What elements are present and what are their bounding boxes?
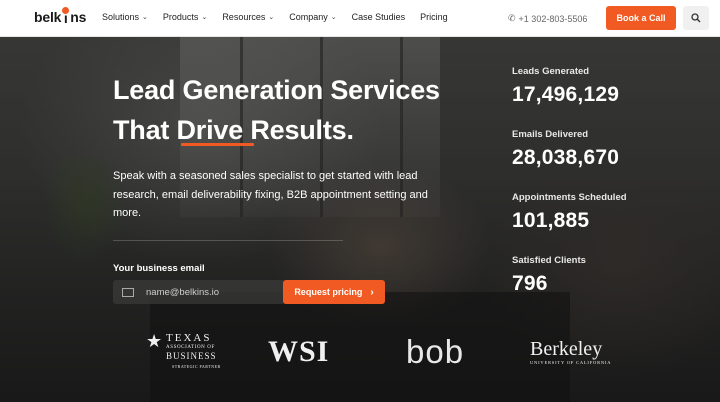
book-call-button[interactable]: Book a Call bbox=[606, 6, 676, 30]
texas-logo-line1: TEXAS bbox=[166, 332, 212, 344]
stat-value: 101,885 bbox=[512, 209, 590, 232]
client-logos-row: ★ TEXAS ASSOCIATION OF BUSINESS STRATEGI… bbox=[0, 331, 720, 373]
texas-logo-line2: ASSOCIATION OF bbox=[166, 345, 215, 350]
email-label: Your business email bbox=[113, 263, 205, 274]
mail-icon bbox=[122, 287, 134, 297]
request-pricing-button[interactable]: Request pricing › bbox=[283, 280, 385, 304]
stat-value: 17,496,129 bbox=[512, 83, 620, 106]
berkeley-logo-line2: UNIVERSITY OF CALIFORNIA bbox=[530, 360, 612, 365]
chevron-right-icon: › bbox=[370, 286, 374, 298]
logo-text-start: belk bbox=[34, 9, 62, 25]
nav-item-products[interactable]: Products ⌄ bbox=[163, 12, 207, 22]
stat-clients: Satisfied Clients 796 bbox=[512, 255, 627, 318]
chevron-down-icon: ⌄ bbox=[330, 14, 337, 21]
texas-association-logo: ★ TEXAS ASSOCIATION OF BUSINESS STRATEGI… bbox=[146, 331, 221, 369]
nav-label: Solutions bbox=[102, 12, 140, 22]
phone-number: +1 302-803-5506 bbox=[518, 13, 588, 24]
wsi-logo: WSI bbox=[268, 335, 330, 368]
stat-leads: Leads Generated 17,496,129 bbox=[512, 66, 627, 129]
stat-value: 28,038,670 bbox=[512, 146, 620, 169]
chevron-down-icon: ⌄ bbox=[142, 14, 148, 21]
stats-panel: Leads Generated 17,496,129 Emails Delive… bbox=[512, 66, 627, 318]
hero-subtitle: Speak with a seasoned sales specialist t… bbox=[113, 170, 428, 219]
berkeley-logo-line1: Berkeley bbox=[530, 338, 603, 360]
texas-logo-line4: STRATEGIC PARTNER bbox=[172, 364, 221, 369]
phone-icon: ✆ bbox=[508, 13, 516, 23]
stat-emails: Emails Delivered 28,038,670 bbox=[512, 129, 627, 192]
nav-label: Company bbox=[289, 12, 328, 22]
top-navbar: belk ı ns Solutions ⌄ Products ⌄ Resources… bbox=[0, 0, 720, 37]
bob-logo: bob bbox=[406, 333, 465, 370]
hero-title: Lead Generation Services That Drive Resu… bbox=[113, 70, 493, 150]
request-pricing-label: Request pricing bbox=[294, 287, 363, 297]
berkeley-logo: Berkeley UNIVERSITY OF CALIFORNIA bbox=[530, 339, 611, 365]
texas-logo-line3: BUSINESS bbox=[166, 351, 217, 361]
stat-value: 796 bbox=[512, 272, 548, 295]
stat-label: Leads Generated bbox=[512, 66, 590, 77]
nav-label: Products bbox=[162, 12, 199, 22]
chevron-down-icon: ⌄ bbox=[201, 14, 208, 21]
hero-title-line2: That Drive Results. bbox=[113, 115, 354, 145]
nav-item-pricing[interactable]: Pricing bbox=[420, 12, 448, 22]
belkins-logo[interactable]: belk ı ns bbox=[34, 7, 87, 25]
stat-label: Satisfied Clients bbox=[512, 255, 586, 266]
nav-item-resources[interactable]: Resources ⌄ bbox=[222, 12, 274, 22]
email-field[interactable] bbox=[146, 286, 266, 298]
nav-item-solutions[interactable]: Solutions ⌄ bbox=[102, 12, 148, 22]
search-button[interactable] bbox=[683, 6, 709, 30]
logo-text-end: ns bbox=[70, 9, 87, 25]
stat-label: Emails Delivered bbox=[512, 129, 589, 140]
logo-person-glyph: ı bbox=[61, 7, 70, 25]
hero-section: Lead Generation Services That Drive Resu… bbox=[0, 37, 720, 402]
nav-label: Resources bbox=[222, 12, 266, 22]
nav-item-company[interactable]: Company ⌄ bbox=[289, 12, 336, 22]
chevron-down-icon: ⌄ bbox=[268, 14, 275, 21]
hero-divider bbox=[113, 240, 343, 241]
search-icon bbox=[691, 13, 701, 23]
hero-title-line1: Lead Generation Services bbox=[113, 75, 440, 105]
star-icon: ★ bbox=[146, 331, 163, 351]
stat-label: Appointments Scheduled bbox=[512, 192, 627, 203]
nav-label: Case Studies bbox=[351, 12, 406, 22]
phone-link[interactable]: ✆ +1 302-803-5506 bbox=[508, 13, 587, 24]
email-field-wrapper bbox=[113, 280, 285, 304]
stat-appointments: Appointments Scheduled 101,885 bbox=[512, 192, 627, 255]
nav-item-case-studies[interactable]: Case Studies bbox=[352, 12, 406, 22]
nav-label: Pricing bbox=[420, 12, 448, 22]
main-menu: Solutions ⌄ Products ⌄ Resources ⌄ Company ⌄… bbox=[102, 12, 463, 22]
title-underline-accent bbox=[181, 143, 254, 146]
